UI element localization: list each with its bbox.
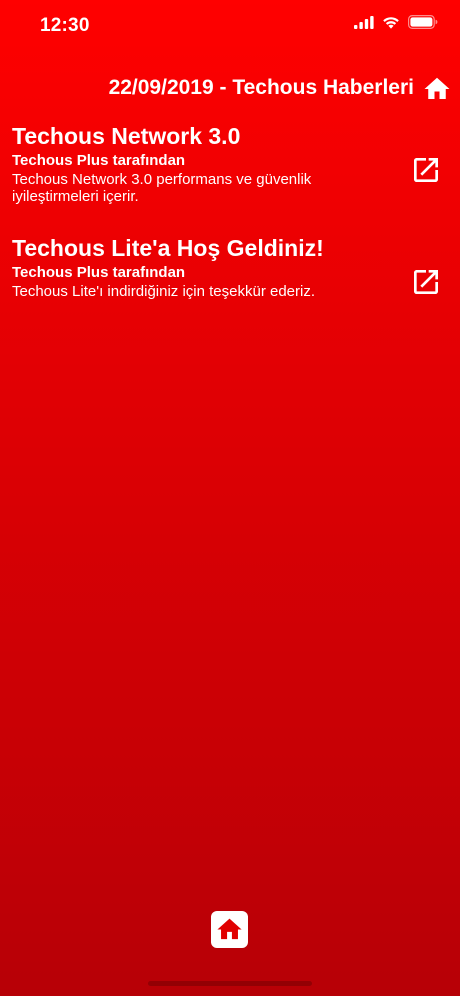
wifi-icon [383, 16, 399, 29]
news-list: Techous Network 3.0 Techous Plus tarafın… [0, 120, 460, 344]
news-author: Techous Plus tarafından [12, 264, 186, 281]
news-description: Techous Lite'ı indirdiğiniz için teşekkü… [12, 283, 316, 300]
open-news-button[interactable] [410, 266, 442, 298]
header-home-button[interactable] [422, 74, 452, 104]
page-title: 22/09/2019 - Techous Haberleri [108, 76, 414, 99]
news-item: Techous Network 3.0 Techous Plus tarafın… [0, 120, 460, 232]
bottom-home-button[interactable] [211, 911, 248, 948]
home-icon [424, 77, 450, 99]
header: 22/09/2019 - Techous Haberleri [0, 72, 460, 106]
home-icon [217, 918, 242, 940]
news-item: Techous Lite'a Hoş Geldiniz! Techous Plu… [0, 232, 460, 344]
open-news-button[interactable] [410, 154, 442, 186]
app-screen: 12:30 22/09/2019 - Techous Haberleri Tec… [0, 0, 460, 996]
news-title: Techous Lite'a Hoş Geldiniz! [12, 235, 324, 261]
open-in-new-icon [414, 158, 438, 182]
cellular-signal-icon [354, 15, 374, 29]
battery-icon [408, 15, 438, 29]
status-bar: 12:30 [0, 0, 460, 50]
status-icons [354, 15, 438, 29]
home-indicator[interactable] [148, 981, 312, 986]
news-author: Techous Plus tarafından [12, 152, 186, 169]
status-time: 12:30 [40, 15, 90, 36]
news-description: Techous Network 3.0 performans ve güvenl… [12, 171, 312, 205]
open-in-new-icon [414, 270, 438, 294]
news-title: Techous Network 3.0 [12, 123, 241, 149]
